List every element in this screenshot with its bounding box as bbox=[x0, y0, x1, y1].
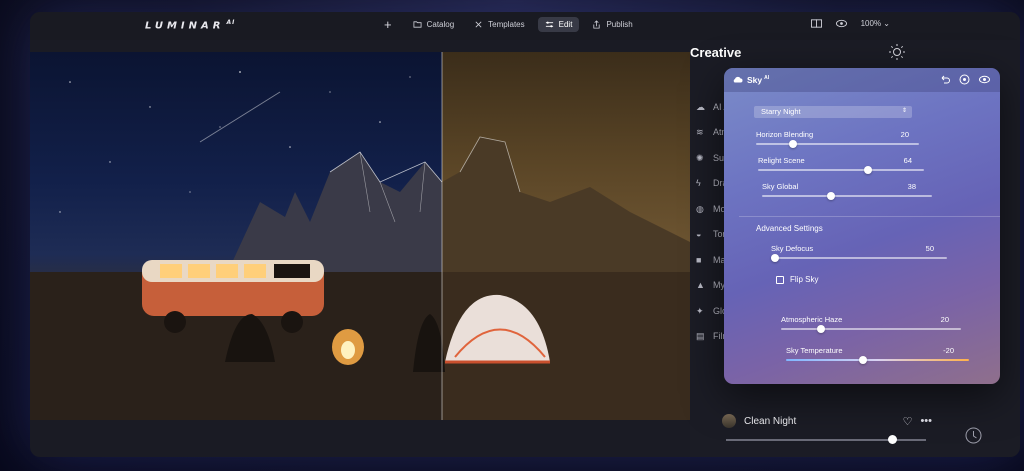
clock-icon[interactable] bbox=[965, 427, 982, 444]
slider-row[interactable]: Atmospheric Haze 20 bbox=[781, 315, 981, 335]
slider-row[interactable]: Sky Temperature -20 bbox=[786, 346, 989, 366]
advanced-settings-label: Advanced Settings bbox=[756, 224, 823, 233]
slider-value: 20 bbox=[940, 315, 949, 324]
preset-name: Clean Night bbox=[744, 415, 797, 427]
templates-icon bbox=[475, 21, 482, 28]
slider-label: Relight Scene bbox=[758, 156, 805, 165]
sparkle-icon: ✦ bbox=[696, 305, 704, 316]
compare-divider[interactable] bbox=[441, 52, 443, 420]
slider-value: 20 bbox=[900, 130, 909, 139]
undo-icon[interactable] bbox=[939, 74, 950, 85]
eye-icon[interactable] bbox=[835, 19, 847, 28]
photo-scene bbox=[30, 71, 690, 420]
sun-icon[interactable] bbox=[889, 44, 905, 60]
slider-row[interactable]: Relight Scene 64 bbox=[758, 156, 944, 176]
heart-icon[interactable]: ♡ bbox=[903, 415, 913, 428]
sky-tool-panel: Sky AI Starry Night ⇕ Horizon Blending 20 Re… bbox=[724, 68, 1000, 384]
cloud-icon bbox=[733, 76, 743, 83]
slider-knob[interactable] bbox=[826, 192, 835, 200]
slider-label: Sky Defocus bbox=[771, 244, 814, 253]
slider-knob[interactable] bbox=[864, 166, 873, 174]
nav-templates[interactable]: Templates bbox=[467, 17, 531, 32]
nav-templates-label: Templates bbox=[488, 20, 525, 29]
panel-title: Creative bbox=[690, 45, 742, 60]
film-icon: ▤ bbox=[696, 331, 705, 342]
preset-thumbnail bbox=[722, 414, 736, 428]
slider-value: 38 bbox=[907, 182, 916, 191]
slider-row[interactable]: Sky Defocus 50 bbox=[771, 244, 967, 264]
slider-label: Horizon Blending bbox=[756, 130, 814, 139]
nav-catalog-label: Catalog bbox=[426, 20, 455, 29]
top-bar: LUMINAR AI + Catalog Templates Edit Publi… bbox=[30, 12, 1020, 40]
sky-header-actions bbox=[939, 74, 990, 85]
slider-knob[interactable] bbox=[888, 435, 897, 444]
slider-knob[interactable] bbox=[788, 140, 797, 148]
preset-amount-slider[interactable] bbox=[726, 435, 926, 444]
slider-row[interactable]: Horizon Blending 20 bbox=[756, 130, 939, 150]
slider-track[interactable] bbox=[762, 192, 932, 200]
tone-icon: ◒ bbox=[696, 229, 702, 240]
slider-knob[interactable] bbox=[771, 254, 779, 262]
checkbox-box[interactable] bbox=[776, 275, 784, 284]
preset-row[interactable]: Clean Night ♡ ••• bbox=[722, 414, 932, 428]
waves-icon: ≋ bbox=[696, 127, 704, 138]
figure-icon: ▲ bbox=[696, 280, 705, 291]
slider-track[interactable] bbox=[786, 356, 969, 364]
slider-label: Sky Global bbox=[762, 182, 799, 191]
slider-knob[interactable] bbox=[859, 356, 868, 364]
slider-track[interactable] bbox=[756, 140, 919, 148]
slider-track[interactable] bbox=[781, 325, 961, 333]
slider-track[interactable] bbox=[758, 166, 924, 174]
nav-catalog[interactable]: Catalog bbox=[406, 17, 462, 32]
nav-edit-label: Edit bbox=[558, 20, 573, 29]
slider-value: 64 bbox=[903, 156, 912, 165]
slider-knob[interactable] bbox=[817, 325, 825, 333]
flip-sky-checkbox[interactable]: Flip Sky bbox=[776, 275, 818, 284]
add-icon[interactable]: + bbox=[384, 17, 392, 32]
compare-icon[interactable] bbox=[810, 19, 822, 28]
ai-mask-icon[interactable] bbox=[959, 74, 970, 85]
app-logo: LUMINAR AI bbox=[145, 19, 236, 32]
main-nav: + Catalog Templates Edit Publish bbox=[384, 17, 640, 32]
square-icon: ■ bbox=[696, 254, 702, 265]
slider-label: Sky Temperature bbox=[786, 346, 843, 355]
share-icon bbox=[593, 20, 601, 29]
more-icon[interactable]: ••• bbox=[920, 415, 932, 427]
folder-icon bbox=[413, 21, 422, 28]
cloud-icon: ☁ bbox=[696, 101, 705, 112]
sky-selection-dropdown[interactable]: Starry Night ⇕ bbox=[754, 106, 912, 118]
nav-publish[interactable]: Publish bbox=[585, 17, 639, 32]
sun-small-icon: ✺ bbox=[696, 152, 704, 163]
visibility-toggle-icon[interactable] bbox=[979, 74, 990, 85]
section-divider bbox=[739, 216, 1000, 217]
zoom-select[interactable]: 100% ⌄ bbox=[861, 19, 890, 28]
sliders-icon bbox=[545, 21, 553, 28]
nav-publish-label: Publish bbox=[606, 20, 633, 29]
sky-title: Sky AI bbox=[747, 75, 770, 85]
slider-value: 50 bbox=[925, 244, 934, 253]
slider-row[interactable]: Sky Global 38 bbox=[762, 182, 952, 202]
mood-icon: ◍ bbox=[696, 203, 704, 214]
bolt-icon: ϟ bbox=[696, 178, 701, 189]
chevron-icon: ⇕ bbox=[901, 108, 907, 114]
view-controls: 100% ⌄ bbox=[810, 19, 890, 28]
slider-value: -20 bbox=[943, 346, 954, 355]
slider-track[interactable] bbox=[771, 254, 947, 262]
slider-label: Atmospheric Haze bbox=[781, 315, 843, 324]
nav-edit[interactable]: Edit bbox=[537, 17, 580, 32]
photo-canvas[interactable] bbox=[30, 52, 690, 420]
